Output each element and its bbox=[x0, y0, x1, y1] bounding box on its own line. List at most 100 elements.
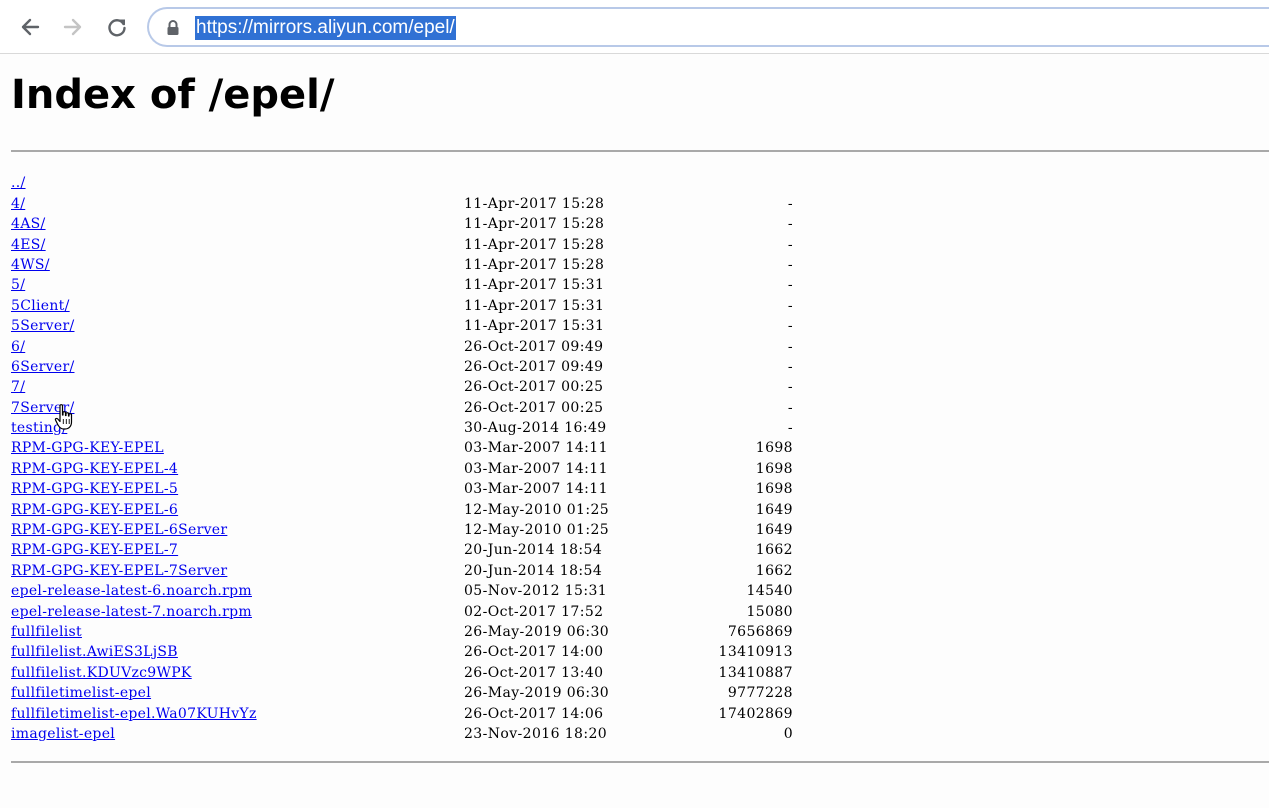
listing-row: testing/30-Aug-2014 16:49 - bbox=[11, 417, 811, 437]
entry-size: 0 bbox=[783, 725, 793, 742]
entry-size: - bbox=[787, 358, 793, 375]
listing-row: fullfilelist 26-May-2019 06:30 7656869 bbox=[11, 621, 811, 641]
entry-link[interactable]: 6Server/ bbox=[11, 359, 74, 375]
parent-dir-row: ../ bbox=[11, 172, 811, 192]
arrow-left-icon bbox=[21, 18, 40, 36]
browser-toolbar: https://mirrors.aliyun.com/epel/ bbox=[0, 0, 1269, 54]
entry-size: - bbox=[787, 318, 793, 335]
entry-size: 1649 bbox=[755, 501, 793, 518]
entry-date: 02-Oct-2017 17:52 bbox=[464, 603, 604, 620]
entry-size: - bbox=[787, 236, 793, 253]
entry-link[interactable]: 5Server/ bbox=[11, 318, 74, 334]
entry-size: 1662 bbox=[755, 542, 793, 559]
listing-row: RPM-GPG-KEY-EPEL-4 03-Mar-2007 14:11 1698 bbox=[11, 457, 811, 477]
entry-link[interactable]: 7/ bbox=[11, 379, 25, 395]
listing-row: 4/11-Apr-2017 15:28 - bbox=[11, 192, 811, 212]
entry-link[interactable]: 4/ bbox=[11, 196, 25, 212]
entry-link[interactable]: RPM-GPG-KEY-EPEL-7 bbox=[11, 542, 178, 558]
listing-row: 4AS/11-Apr-2017 15:28 - bbox=[11, 213, 811, 233]
entry-date: 20-Jun-2014 18:54 bbox=[464, 562, 603, 579]
entry-date: 03-Mar-2007 14:11 bbox=[464, 440, 608, 457]
listing-row: 4ES/11-Apr-2017 15:28 - bbox=[11, 233, 811, 253]
entry-link[interactable]: 7Server/ bbox=[11, 400, 74, 416]
entry-link[interactable]: fullfilelist.AwiES3LjSB bbox=[11, 644, 178, 660]
entry-link[interactable]: RPM-GPG-KEY-EPEL-7Server bbox=[11, 563, 227, 579]
entry-link[interactable]: epel-release-latest-7.noarch.rpm bbox=[11, 604, 252, 620]
entry-size: 15080 bbox=[746, 603, 793, 620]
listing-row: 6/26-Oct-2017 09:49 - bbox=[11, 335, 811, 355]
entry-link[interactable]: fullfiletimelist-epel bbox=[11, 685, 151, 701]
entry-link[interactable]: RPM-GPG-KEY-EPEL-4 bbox=[11, 461, 178, 477]
entry-link[interactable]: 6/ bbox=[11, 339, 25, 355]
listing-row: fullfiletimelist-epel 26-May-2019 06:30 97… bbox=[11, 682, 811, 702]
entry-date: 11-Apr-2017 15:31 bbox=[464, 297, 605, 314]
entry-date: 26-Oct-2017 09:49 bbox=[464, 358, 604, 375]
entry-size: - bbox=[787, 297, 793, 314]
entry-date: 11-Apr-2017 15:31 bbox=[464, 318, 605, 335]
page-title: Index of /epel/ bbox=[11, 72, 335, 118]
entry-link[interactable]: imagelist-epel bbox=[11, 726, 115, 742]
entry-link[interactable]: 5/ bbox=[11, 277, 25, 293]
listing-row: 7/26-Oct-2017 00:25 - bbox=[11, 376, 811, 396]
entry-size: 1698 bbox=[755, 481, 793, 498]
entry-link[interactable]: RPM-GPG-KEY-EPEL-6 bbox=[11, 502, 178, 518]
entry-size: 9777228 bbox=[727, 685, 793, 702]
entry-link[interactable]: testing/ bbox=[11, 420, 67, 436]
listing-row: imagelist-epel 23-Nov-2016 18:20 0 bbox=[11, 723, 811, 743]
reload-icon bbox=[108, 19, 126, 37]
entry-date: 20-Jun-2014 18:54 bbox=[464, 542, 603, 559]
entry-link[interactable]: fullfiletimelist-epel.Wa07KUHvYz bbox=[11, 706, 257, 722]
entry-date: 26-Oct-2017 14:00 bbox=[464, 644, 604, 661]
entry-size: - bbox=[787, 277, 793, 294]
forward-button[interactable] bbox=[56, 11, 90, 43]
entry-link[interactable]: 4AS/ bbox=[11, 216, 46, 232]
entry-link[interactable]: epel-release-latest-6.noarch.rpm bbox=[11, 583, 252, 599]
entry-size: - bbox=[787, 399, 793, 416]
listing-row: RPM-GPG-KEY-EPEL 03-Mar-2007 14:11 1698 bbox=[11, 437, 811, 457]
entry-date: 30-Aug-2014 16:49 bbox=[464, 420, 607, 437]
top-divider bbox=[11, 150, 1269, 152]
listing-row: epel-release-latest-7.noarch.rpm 02-Oct-2… bbox=[11, 600, 811, 620]
bottom-divider bbox=[11, 761, 1269, 763]
entry-date: 26-Oct-2017 09:49 bbox=[464, 338, 604, 355]
listing-row: RPM-GPG-KEY-EPEL-7Server 20-Jun-2014 18:5… bbox=[11, 559, 811, 579]
entry-link[interactable]: fullfilelist.KDUVzc9WPK bbox=[11, 665, 192, 681]
back-button[interactable] bbox=[13, 11, 47, 43]
lock-icon[interactable] bbox=[165, 19, 181, 37]
entry-size: - bbox=[787, 420, 793, 437]
entry-date: 03-Mar-2007 14:11 bbox=[464, 481, 608, 498]
listing-row: RPM-GPG-KEY-EPEL-7 20-Jun-2014 18:54 1662 bbox=[11, 539, 811, 559]
entry-link[interactable]: RPM-GPG-KEY-EPEL-5 bbox=[11, 481, 178, 497]
address-bar[interactable]: https://mirrors.aliyun.com/epel/ bbox=[147, 7, 1269, 47]
entry-size: - bbox=[787, 338, 793, 355]
entry-link[interactable]: 4ES/ bbox=[11, 237, 46, 253]
listing-row: RPM-GPG-KEY-EPEL-6Server 12-May-2010 01:2… bbox=[11, 519, 811, 539]
entry-date: 03-Mar-2007 14:11 bbox=[464, 460, 608, 477]
entry-link[interactable]: RPM-GPG-KEY-EPEL bbox=[11, 440, 164, 456]
entry-date: 11-Apr-2017 15:28 bbox=[464, 216, 605, 233]
url-text[interactable]: https://mirrors.aliyun.com/epel/ bbox=[195, 16, 456, 40]
listing-row: 7Server/26-Oct-2017 00:25 - bbox=[11, 396, 811, 416]
listing-row: 5Server/11-Apr-2017 15:31 - bbox=[11, 315, 811, 335]
entry-date: 12-May-2010 01:25 bbox=[464, 522, 610, 539]
entry-size: 13410887 bbox=[718, 664, 793, 681]
entry-date: 05-Nov-2012 15:31 bbox=[464, 583, 608, 600]
entry-size: 1698 bbox=[755, 460, 793, 477]
entry-date: 11-Apr-2017 15:28 bbox=[464, 236, 605, 253]
parent-dir-link[interactable]: ../ bbox=[11, 175, 26, 191]
entry-link[interactable]: RPM-GPG-KEY-EPEL-6Server bbox=[11, 522, 227, 538]
entry-link[interactable]: fullfilelist bbox=[11, 624, 82, 640]
entry-date: 26-Oct-2017 00:25 bbox=[464, 379, 604, 396]
entry-size: 1649 bbox=[755, 522, 793, 539]
entry-date: 26-May-2019 06:30 bbox=[464, 685, 610, 702]
listing-row: fullfiletimelist-epel.Wa07KUHvYz 26-Oct-2… bbox=[11, 702, 811, 722]
listing-row: 4WS/11-Apr-2017 15:28 - bbox=[11, 254, 811, 274]
entry-date: 26-Oct-2017 00:25 bbox=[464, 399, 604, 416]
entry-date: 26-Oct-2017 14:06 bbox=[464, 705, 604, 722]
entry-link[interactable]: 4WS/ bbox=[11, 257, 50, 273]
reload-button[interactable] bbox=[100, 11, 134, 43]
entry-date: 26-May-2019 06:30 bbox=[464, 623, 610, 640]
entry-size: 1662 bbox=[755, 562, 793, 579]
listing-row: fullfilelist.AwiES3LjSB 26-Oct-2017 14:00… bbox=[11, 641, 811, 661]
entry-link[interactable]: 5Client/ bbox=[11, 298, 70, 314]
